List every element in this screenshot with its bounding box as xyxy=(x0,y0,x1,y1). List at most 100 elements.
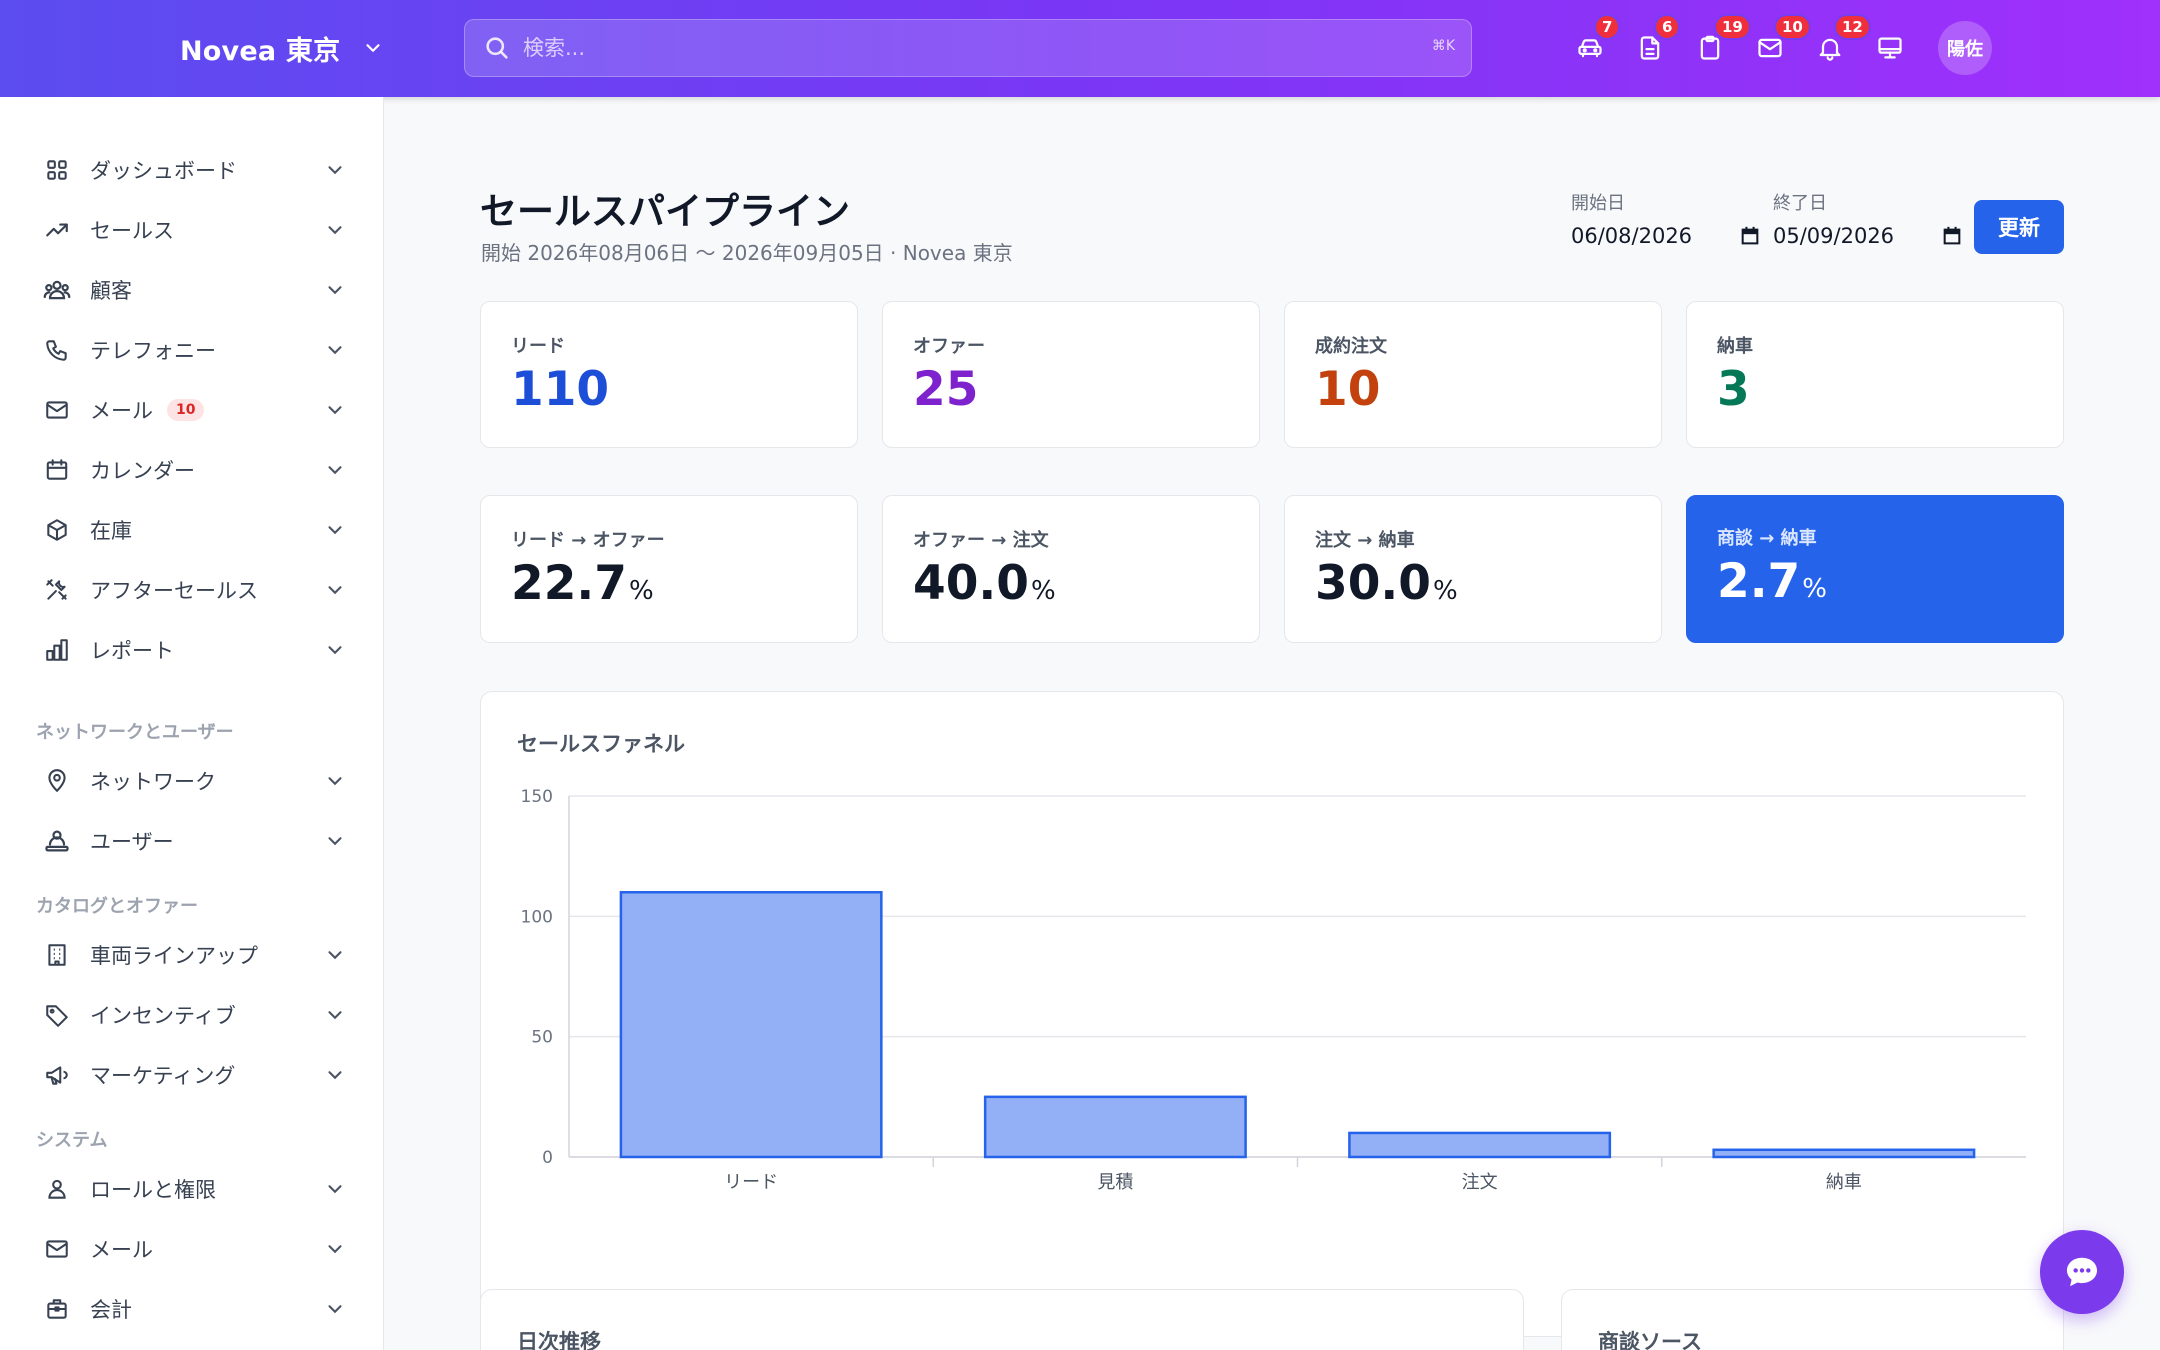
chevron-down-icon xyxy=(366,44,380,52)
sidebar-item-telephony[interactable]: テレフォニー xyxy=(24,325,354,375)
chevron-down-icon xyxy=(328,166,342,175)
bar-chart-icon xyxy=(46,639,68,661)
monitor-icon xyxy=(1878,37,1902,59)
mail-icon xyxy=(46,401,68,419)
sidebar-item-reports[interactable]: レポート xyxy=(24,625,354,675)
sidebar: ダッシュボード セールス 顧客 テレフォニー メール 10 カレンダー 在庫 ア… xyxy=(0,97,384,1350)
kpi-value: 10 xyxy=(1315,362,1381,417)
sidebar-item-customers[interactable]: 顧客 xyxy=(24,265,354,315)
tasks-button[interactable]: 19 xyxy=(1692,14,1751,66)
sidebar-item-dashboard[interactable]: ダッシュボード xyxy=(24,145,354,195)
mail-button[interactable]: 10 xyxy=(1752,14,1811,66)
sidebar-item-mail[interactable]: メール 10 xyxy=(24,385,354,435)
sidebar-item-label: 在庫 xyxy=(90,519,132,543)
sidebar-item-aftersales[interactable]: アフターセールス xyxy=(24,565,354,615)
brand-name: Novea 東京 xyxy=(180,35,341,67)
deal-sources-panel: 商談ソース xyxy=(1561,1289,2064,1350)
chat-button[interactable] xyxy=(2040,1230,2124,1314)
start-date-value: 06/08/2026 xyxy=(1571,224,1693,248)
sales-funnel-chart: 0 50 100 150 リード 見積 注文 納車 xyxy=(521,787,2026,1193)
kpi-value: 110 xyxy=(511,362,610,417)
y-tick-label: 0 xyxy=(542,1148,553,1168)
funnel-bar xyxy=(1348,1131,1612,1159)
brand-switcher[interactable]: Novea 東京 xyxy=(180,28,384,68)
chevron-down-icon xyxy=(328,526,342,535)
building-icon xyxy=(48,944,66,966)
display-button[interactable] xyxy=(1872,30,1908,66)
conversion-label: リード → オファー xyxy=(511,530,665,551)
funnel-bar xyxy=(983,1095,1247,1159)
percent-sign: % xyxy=(1030,576,1056,606)
search-input[interactable] xyxy=(523,36,1403,60)
sidebar-item-label: ロールと権限 xyxy=(90,1178,216,1202)
sidebar-item-accounting[interactable]: 会計 xyxy=(24,1284,354,1334)
chevron-down-icon xyxy=(328,1071,342,1080)
page-title: セールスパイプライン xyxy=(480,190,850,233)
conversion-label: オファー → 注文 xyxy=(913,530,1049,551)
calendar-icon[interactable] xyxy=(1739,225,1761,247)
sidebar-item-label: カレンダー xyxy=(90,459,195,483)
chevron-down-icon xyxy=(328,286,342,295)
sidebar-item-marketing[interactable]: マーケティング xyxy=(24,1050,354,1100)
sidebar-item-label: メール xyxy=(90,399,153,423)
chevron-down-icon xyxy=(328,406,342,415)
end-date-value: 05/09/2026 xyxy=(1773,224,1895,248)
documents-badge: 6 xyxy=(1654,14,1681,40)
sidebar-item-label: 顧客 xyxy=(90,279,132,303)
conversion-number: 30.0 xyxy=(1315,556,1431,611)
start-date-input[interactable]: 06/08/2026 xyxy=(1571,219,1761,253)
start-date-label: 開始日 xyxy=(1571,193,1625,214)
kpi-card-leads: リード 110 xyxy=(480,301,858,448)
conversion-label: 注文 → 納車 xyxy=(1315,530,1415,551)
sidebar-item-incentives[interactable]: インセンティブ xyxy=(24,990,354,1040)
percent-sign: % xyxy=(1432,576,1458,606)
main-content: セールスパイプライン 開始 2026年08月06日 〜 2026年09月05日 … xyxy=(385,97,2160,1350)
conversion-number: 22.7 xyxy=(511,556,627,611)
notifications-button[interactable]: 12 xyxy=(1812,14,1871,66)
documents-button[interactable]: 6 xyxy=(1632,14,1681,66)
conversion-card-order-delivery: 注文 → 納車 30.0% xyxy=(1284,495,1662,643)
sidebar-item-roles[interactable]: ロールと権限 xyxy=(24,1164,354,1214)
mail-badge: 10 xyxy=(1774,14,1811,40)
car-badge: 7 xyxy=(1594,14,1621,40)
x-tick-label: 見積 xyxy=(1097,1172,1133,1193)
sidebar-item-vehicle-lineup[interactable]: 車両ラインアップ xyxy=(24,930,354,980)
end-date-label: 終了日 xyxy=(1773,193,1827,214)
kpi-label: オファー xyxy=(913,336,985,357)
user-group-icon xyxy=(45,830,69,852)
conversion-number: 2.7 xyxy=(1717,554,1801,609)
sidebar-item-label: テレフォニー xyxy=(90,339,216,363)
user-avatar[interactable]: 陽佐 xyxy=(1938,21,1992,75)
briefcase-icon xyxy=(47,1299,67,1319)
sidebar-item-users[interactable]: ユーザー xyxy=(24,816,354,866)
sidebar-item-system-mail[interactable]: メール xyxy=(24,1224,354,1274)
sidebar-item-sales[interactable]: セールス xyxy=(24,205,354,255)
update-button[interactable]: 更新 xyxy=(1974,200,2064,254)
top-bar: Novea 東京 ⌘K 7 6 19 10 12 陽佐 xyxy=(0,0,2160,97)
search-bar[interactable]: ⌘K xyxy=(464,19,1472,77)
sidebar-item-inventory[interactable]: 在庫 xyxy=(24,505,354,555)
kpi-value: 25 xyxy=(913,362,979,417)
sales-funnel-panel: セールスファネル 0 50 100 150 リード 見積 注文 納車 xyxy=(480,691,2064,1337)
end-date-input[interactable]: 05/09/2026 xyxy=(1773,219,1963,253)
chevron-down-icon xyxy=(328,1011,342,1020)
x-tick-label: 注文 xyxy=(1462,1172,1498,1193)
kpi-value: 3 xyxy=(1717,362,1750,417)
tasks-badge: 19 xyxy=(1714,14,1751,40)
percent-sign: % xyxy=(1802,574,1827,604)
panel-title: 日次推移 xyxy=(517,1330,601,1350)
conversion-card-deal-delivery: 商談 → 納車 2.7% xyxy=(1686,495,2064,643)
calendar-icon[interactable] xyxy=(1941,225,1963,247)
conversion-value: 2.7% xyxy=(1717,554,1827,609)
sidebar-item-calendar[interactable]: カレンダー xyxy=(24,445,354,495)
mail-count-badge: 10 xyxy=(167,399,205,421)
daily-trend-panel: 日次推移 xyxy=(480,1289,1524,1350)
kpi-label: 納車 xyxy=(1717,336,1753,357)
conversion-card-offer-order: オファー → 注文 40.0% xyxy=(882,495,1260,643)
conversion-label: 商談 → 納車 xyxy=(1717,528,1817,549)
y-tick-label: 50 xyxy=(531,1028,553,1048)
kpi-label: リード xyxy=(511,336,565,357)
sidebar-item-network[interactable]: ネットワーク xyxy=(24,756,354,806)
mail-icon xyxy=(46,1240,68,1258)
car-button[interactable]: 7 xyxy=(1572,14,1621,66)
